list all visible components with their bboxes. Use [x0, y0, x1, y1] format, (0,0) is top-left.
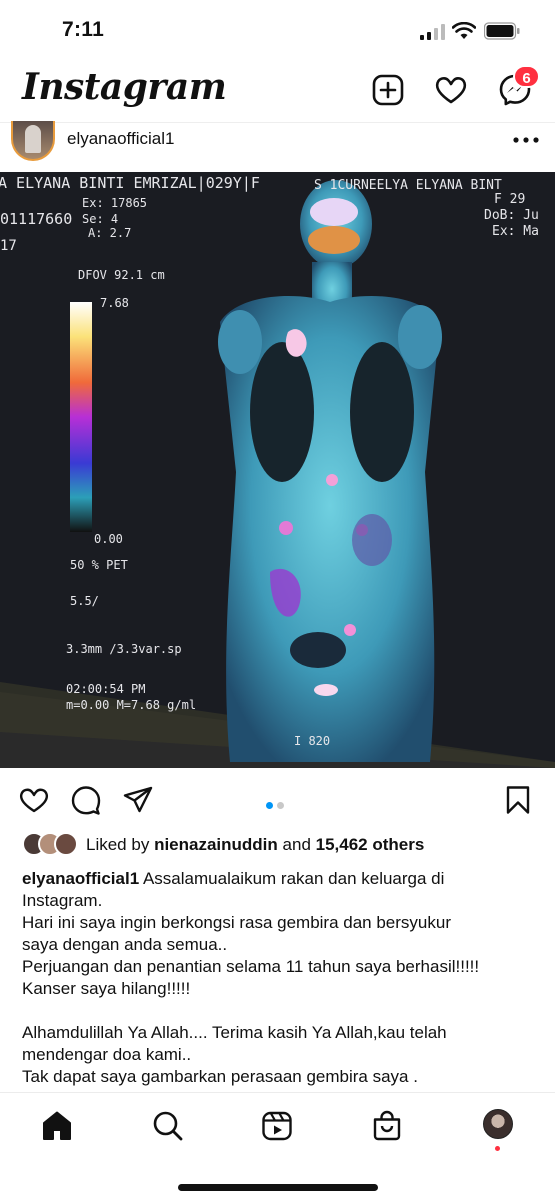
home-icon[interactable]: [40, 1109, 74, 1143]
caption-line: Perjuangan dan penantian selama 11 tahun…: [22, 957, 480, 976]
scan-scale-max: 7.68: [100, 296, 129, 310]
likes-joiner: and: [282, 835, 311, 854]
wifi-icon: [452, 22, 476, 39]
scan-level: 5.5/: [70, 594, 99, 608]
caption-line: Assalamualaikum rakan dan keluarga di: [142, 869, 445, 888]
carousel-indicator: [266, 796, 288, 814]
caption-line: Alhamdulillah Ya Allah.... Terima kasih …: [22, 1023, 447, 1042]
scan-dfov: DFOV 92.1 cm: [78, 268, 165, 282]
carousel-dot-1: [266, 802, 273, 809]
caption-line: mendengar doa kami..: [22, 1045, 192, 1064]
scan-pet: 50 % PET: [70, 558, 128, 572]
comment-icon[interactable]: [70, 784, 102, 816]
cellular-signal-icon: [420, 24, 445, 40]
shop-icon[interactable]: [370, 1109, 404, 1143]
caption-line: Instagram.: [22, 891, 103, 910]
scan-patient-left: A ELYANA BINTI EMRIZAL|029Y|F: [0, 174, 260, 192]
scan-ex-right: Ex: Ma: [492, 224, 539, 239]
post-header: elyanaofficial1: [0, 121, 555, 172]
scan-id: 01117660: [0, 210, 73, 228]
notification-badge[interactable]: 6: [513, 65, 540, 88]
liked-by-user[interactable]: nienazainuddin: [154, 835, 278, 854]
likes-count[interactable]: 15,462 others: [316, 835, 425, 854]
instagram-logo[interactable]: Instagram: [22, 66, 227, 108]
more-options-icon[interactable]: [512, 135, 540, 145]
scan-a: A: 2.7: [88, 226, 132, 240]
scan-ex-left: Ex: 17865: [82, 196, 148, 210]
share-icon[interactable]: [122, 784, 154, 816]
caption-line: Tak dapat saya gambarkan perasaan gembir…: [22, 1067, 418, 1086]
save-bookmark-icon[interactable]: [502, 784, 534, 816]
app-header: Instagram: [0, 62, 555, 122]
likes-row[interactable]: Liked by nienazainuddin and 15,462 other…: [22, 832, 542, 858]
scan-year: 17: [0, 238, 17, 254]
profile-avatar[interactable]: [483, 1109, 513, 1139]
reels-icon[interactable]: [260, 1109, 294, 1143]
scan-range: m=0.00 M=7.68 g/ml: [66, 698, 197, 712]
liker-avatar: [54, 832, 78, 856]
post-image[interactable]: A ELYANA BINTI EMRIZAL|029Y|F S 1CURNEEL…: [0, 172, 555, 768]
search-icon[interactable]: [151, 1109, 185, 1143]
heart-icon[interactable]: [433, 72, 469, 108]
home-indicator[interactable]: [178, 1184, 378, 1191]
post-username[interactable]: elyanaofficial1: [67, 129, 174, 149]
scan-dob: DoB: Ju: [484, 208, 539, 223]
new-post-icon[interactable]: [370, 72, 406, 108]
like-heart-icon[interactable]: [18, 784, 50, 816]
scan-f29: F 29: [494, 192, 526, 207]
caption-line: [22, 1000, 537, 1022]
post-caption: elyanaofficial1 Assalamualaikum rakan da…: [22, 868, 537, 1088]
liker-avatars: [22, 832, 80, 858]
bottom-nav: [0, 1092, 555, 1200]
caption-line: Hari ini saya ingin berkongsi rasa gembi…: [22, 913, 451, 932]
caption-line: saya dengan anda semua..: [22, 935, 228, 954]
caption-username[interactable]: elyanaofficial1: [22, 869, 139, 888]
battery-icon: [484, 22, 520, 40]
scan-se: Se: 4: [82, 212, 119, 226]
status-time: 7:11: [62, 18, 105, 41]
scan-scale-min: 0.00: [94, 532, 123, 546]
likes-prefix: Liked by: [86, 835, 150, 854]
scan-patient-right: S 1CURNEELYA ELYANA BINT: [314, 178, 502, 193]
scan-time: 02:00:54 PM: [66, 682, 146, 696]
carousel-dot-2: [277, 802, 284, 809]
status-bar: 7:11: [0, 0, 555, 62]
caption-line: Kanser saya hilang!!!!!: [22, 979, 191, 998]
pet-scan-picture: [0, 172, 555, 768]
profile-notification-dot: [495, 1146, 500, 1151]
scan-slice: I 820: [294, 734, 331, 748]
likes-text: Liked by nienazainuddin and 15,462 other…: [86, 835, 424, 855]
post-actions: [0, 768, 555, 828]
avatar[interactable]: [11, 121, 55, 161]
scan-thickness: 3.3mm /3.3var.sp: [66, 642, 182, 656]
